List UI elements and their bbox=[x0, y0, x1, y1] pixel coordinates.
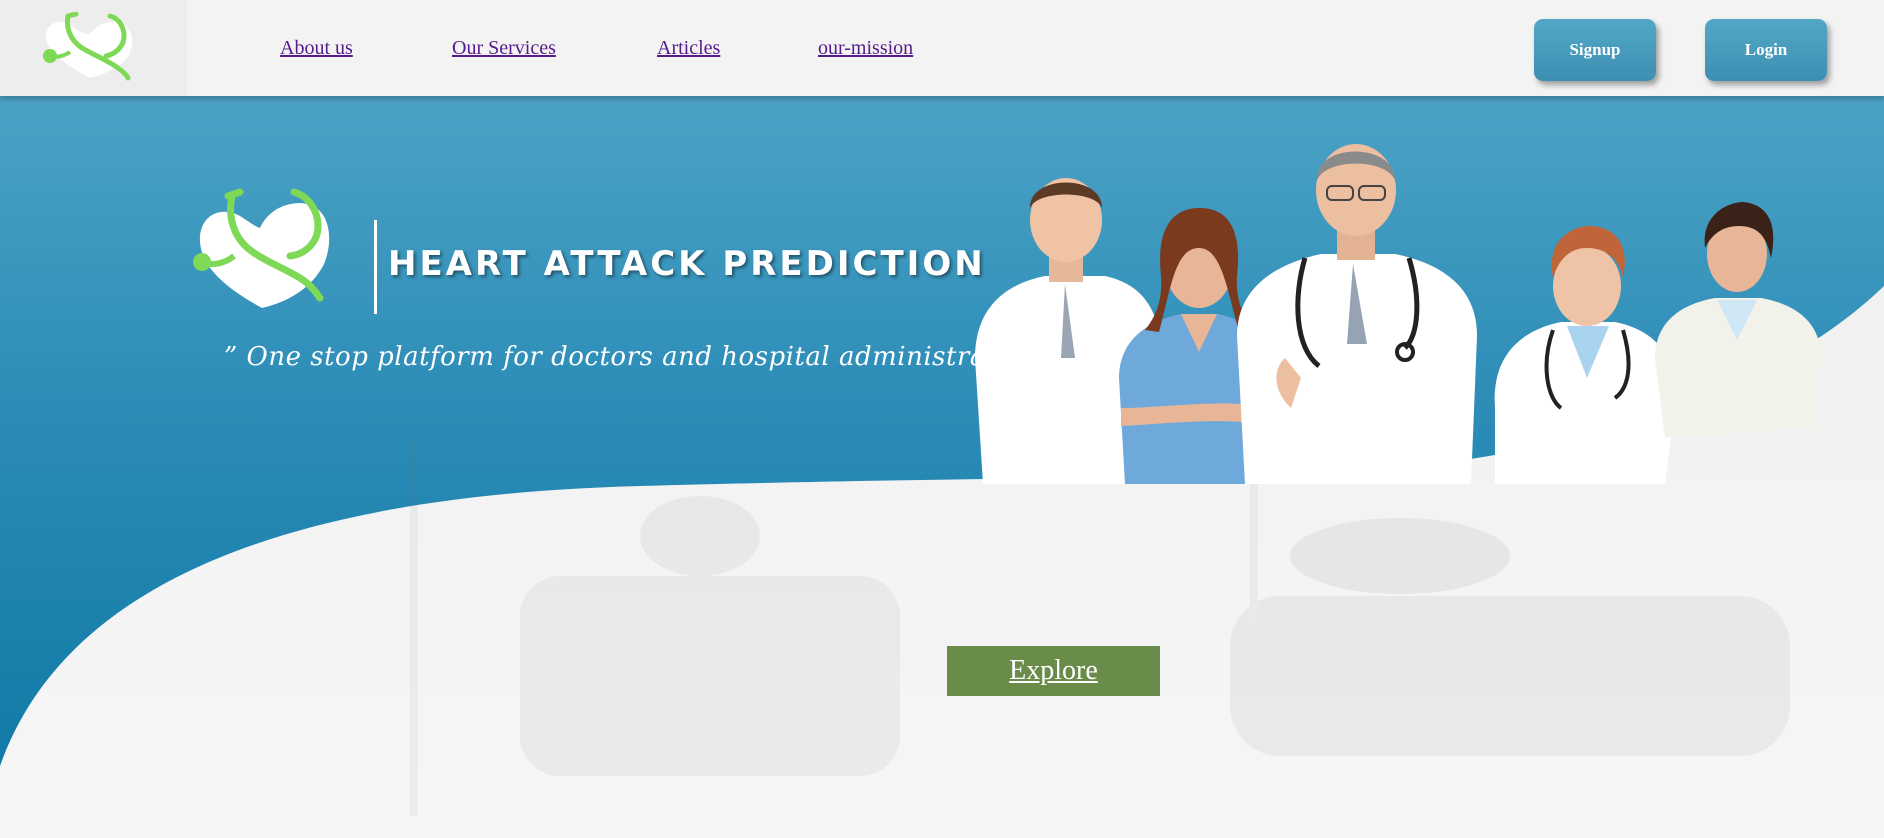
nav-link-articles[interactable]: Articles bbox=[657, 37, 720, 60]
login-button[interactable]: Login bbox=[1705, 19, 1827, 81]
hero-tagline: ” One stop platform for doctors and hosp… bbox=[224, 342, 1062, 372]
hero-banner: HEART ATTACK PREDICTION ” One stop platf… bbox=[0, 96, 1884, 838]
signup-button[interactable]: Signup bbox=[1534, 19, 1656, 81]
team-of-doctors-photo bbox=[975, 144, 1821, 484]
hero-title: HEART ATTACK PREDICTION bbox=[388, 244, 986, 284]
nav-link-our-mission[interactable]: our-mission bbox=[818, 37, 913, 60]
hero-divider bbox=[374, 220, 377, 314]
top-navigation-bar: About us Our Services Articles our-missi… bbox=[0, 0, 1884, 96]
explore-button[interactable]: Explore bbox=[947, 646, 1160, 696]
nav-link-our-services[interactable]: Our Services bbox=[452, 37, 556, 60]
heart-stethoscope-icon bbox=[193, 188, 330, 308]
heart-stethoscope-icon bbox=[43, 12, 133, 81]
nav-link-about-us[interactable]: About us bbox=[280, 37, 353, 60]
site-logo[interactable] bbox=[0, 0, 187, 96]
landing-page: About us Our Services Articles our-missi… bbox=[0, 0, 1884, 838]
